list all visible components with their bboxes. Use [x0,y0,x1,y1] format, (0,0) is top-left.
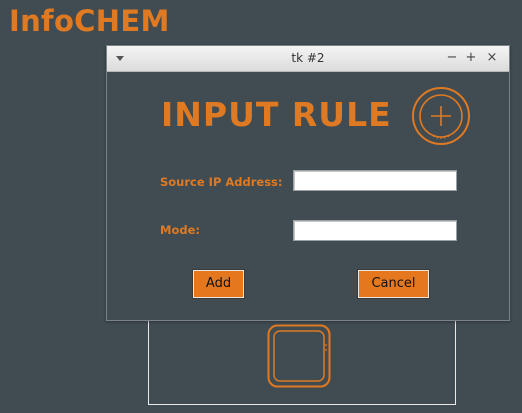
input-rule-dialog: tk #2 − + × INPUT RULE Source IP Address… [106,45,510,321]
dialog-heading: INPUT RULE [161,95,392,134]
dialog-titlebar[interactable]: tk #2 − + × [107,46,509,72]
source-ip-label: Source IP Address: [160,175,283,189]
minimize-button[interactable]: − [444,49,460,67]
add-button[interactable]: Add [193,270,244,298]
app-title: InfoCHEM [9,4,170,38]
mode-label: Mode: [160,223,200,237]
circle-plus-icon [412,87,470,145]
background-panel [148,318,456,405]
maximize-button[interactable]: + [463,49,479,67]
source-ip-input[interactable] [293,170,457,191]
mode-input[interactable] [293,220,457,241]
close-button[interactable]: × [484,49,500,67]
rounded-square-icon [267,324,331,388]
cancel-button[interactable]: Cancel [358,270,429,298]
